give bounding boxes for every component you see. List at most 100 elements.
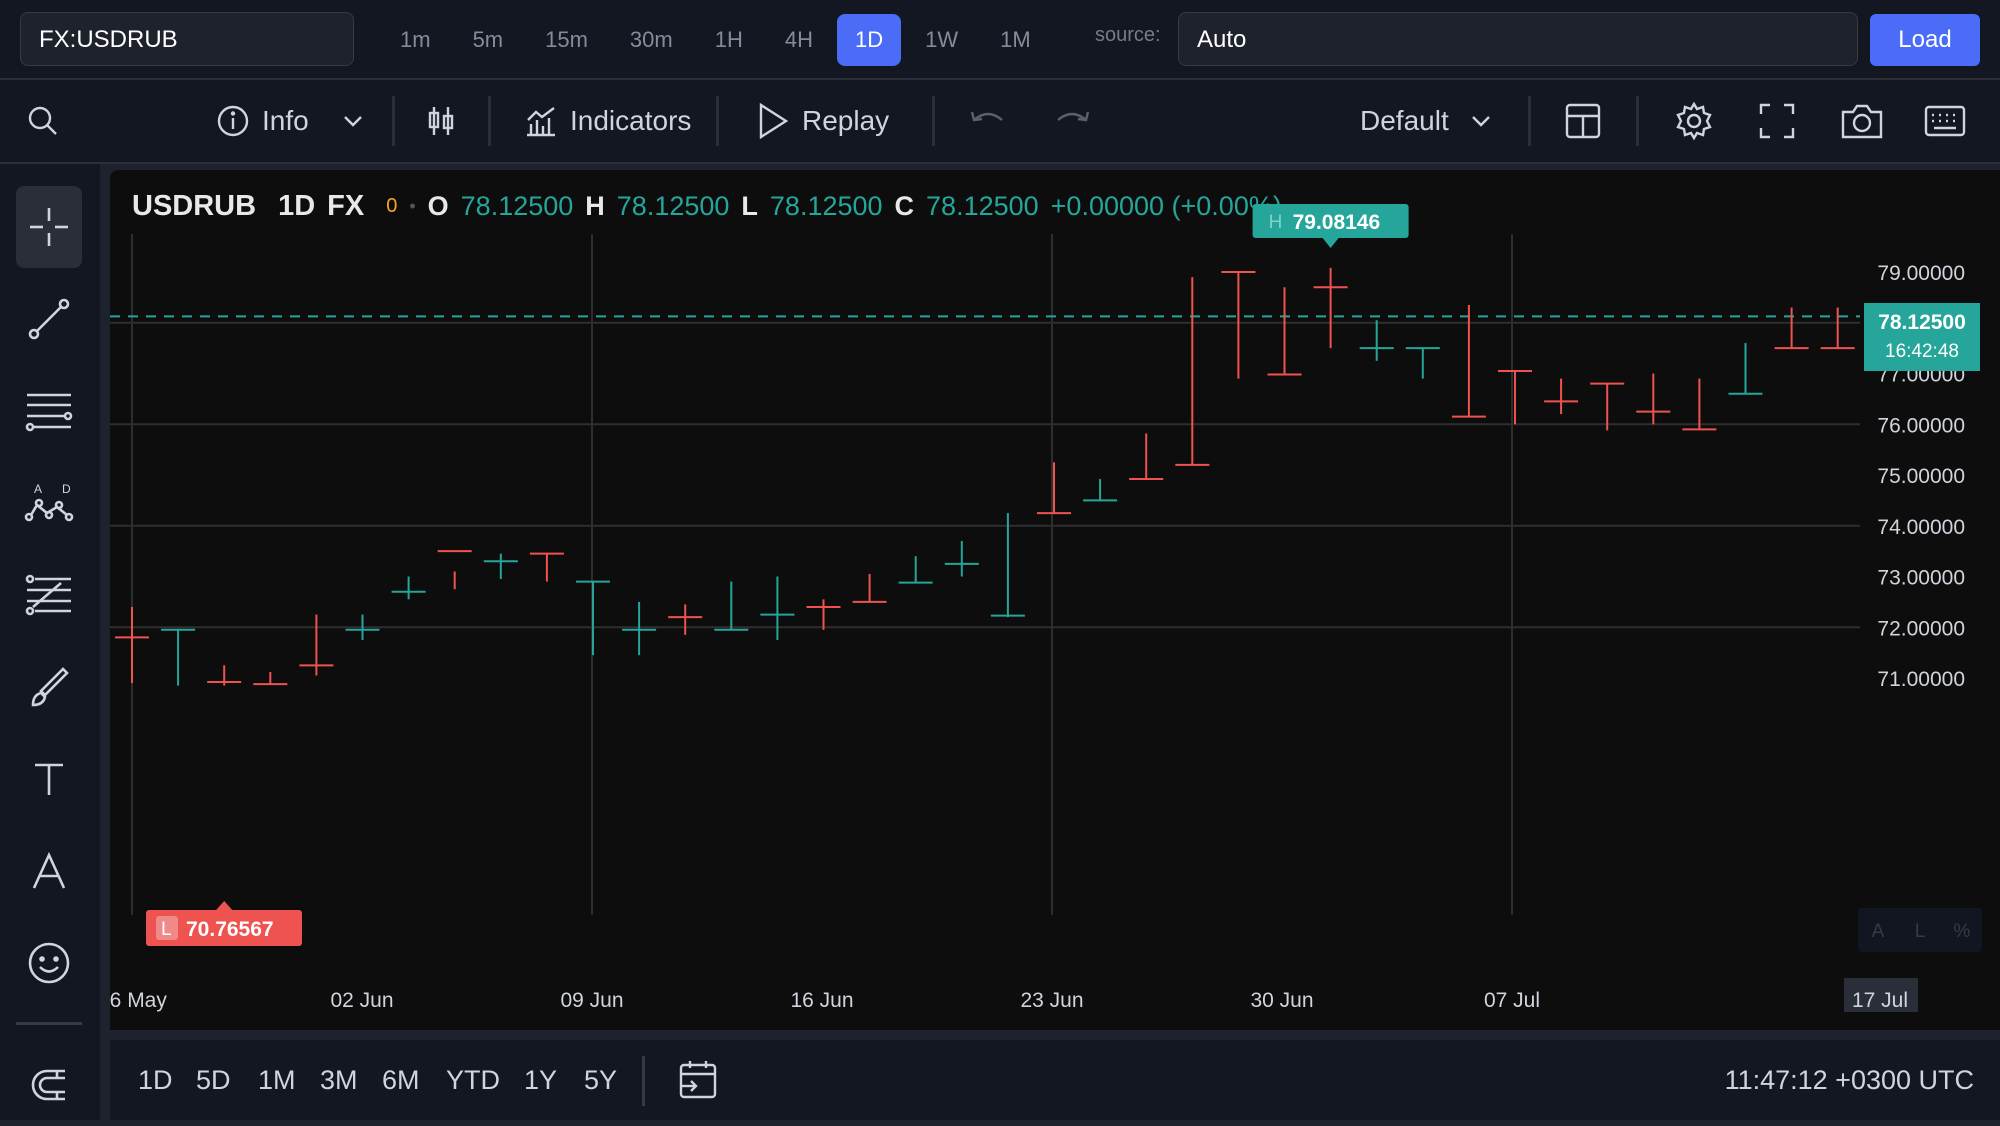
scale-button-percent[interactable]: % [1954, 921, 1971, 942]
bottom-bar: 1D 5D 1M 3M 6M YTD 1Y 5Y 11:47:12 +0300 UTC [110, 1040, 2000, 1120]
time-axis-label: 26 May [110, 989, 167, 1012]
keyboard-button[interactable] [1924, 80, 1966, 162]
range-5D[interactable]: 5D [196, 1040, 231, 1120]
chart-legend: USDRUB 1D FX 0 • O 78.12500 H 78.12500 L… [132, 190, 1282, 223]
drawing-tools-sidebar: AD [0, 164, 100, 1120]
template-label: Default [1360, 105, 1449, 136]
fib-tool[interactable] [16, 554, 82, 636]
range-3M[interactable]: 3M [320, 1040, 358, 1120]
timeframe-15m[interactable]: 15m [527, 14, 606, 66]
range-YTD[interactable]: YTD [446, 1040, 500, 1120]
high-marker-value: 79.08146 [1293, 211, 1381, 234]
brush-tool[interactable] [16, 646, 82, 728]
timeframe-5m[interactable]: 5m [455, 14, 522, 66]
ohlc-chart[interactable]: H 79.08146L 70.7656779.0000077.0000076.000… [110, 170, 2000, 1030]
legend-status: 0 [386, 195, 398, 217]
candlestick-icon [428, 107, 454, 135]
time-axis-label: 23 Jun [1020, 989, 1083, 1012]
timeframe-4H[interactable]: 4H [767, 14, 831, 66]
legend-high-value: 78.12500 [616, 191, 730, 221]
chevron-down-icon[interactable] [339, 107, 367, 135]
chevron-down-icon [1471, 116, 1490, 127]
source-select[interactable]: Auto [1178, 12, 1858, 66]
legend-low-key: L [741, 191, 758, 221]
horizontal-lines-tool[interactable] [16, 370, 82, 452]
chart-toolbar: Info Indicators Replay Default [0, 80, 2000, 164]
anchored-text-tool[interactable] [16, 830, 82, 912]
toolbar-divider [488, 96, 491, 146]
play-icon [759, 102, 789, 140]
price-axis-tick: 74.00000 [1877, 516, 1965, 539]
magnet-tool[interactable] [16, 1044, 82, 1126]
toolbar-divider [1636, 96, 1639, 146]
legend-interval: 1D [278, 190, 316, 222]
timeframe-30m[interactable]: 30m [612, 14, 691, 66]
smiley-icon [28, 942, 70, 984]
indicators-label: Indicators [570, 105, 692, 136]
timeframe-1m[interactable]: 1m [382, 14, 449, 66]
indicators-button[interactable]: Indicators [524, 80, 691, 162]
source-label: source: [1095, 24, 1161, 46]
settings-button[interactable] [1674, 80, 1714, 162]
info-button[interactable]: Info [216, 80, 367, 162]
redo-icon [1057, 111, 1090, 122]
magnet-icon [31, 1069, 65, 1101]
indicators-icon [527, 107, 555, 137]
range-1M[interactable]: 1M [258, 1040, 296, 1120]
time-axis-label: 09 Jun [560, 989, 623, 1012]
time-axis-label: 07 Jul [1484, 989, 1540, 1012]
time-axis-label: 02 Jun [330, 989, 393, 1012]
price-axis-tick: 76.00000 [1877, 414, 1965, 437]
undo-button[interactable] [968, 80, 1008, 162]
legend-low-value: 78.12500 [769, 191, 883, 221]
symbol-input[interactable]: FX:USDRUB [20, 12, 354, 66]
toolbar-divider [1528, 96, 1531, 146]
crosshair-icon [30, 208, 68, 246]
legend-close-value: 78.12500 [926, 191, 1039, 221]
timeframe-1D[interactable]: 1D [836, 14, 902, 66]
redo-button[interactable] [1052, 80, 1092, 162]
search-button[interactable] [26, 80, 60, 162]
replay-button[interactable]: Replay [756, 80, 889, 162]
legend-open-value: 78.12500 [460, 191, 574, 221]
legend-symbol: USDRUB [132, 190, 257, 222]
price-axis-tick: 72.00000 [1877, 617, 1965, 640]
time-axis-label: 30 Jun [1250, 989, 1313, 1012]
trend-line-tool[interactable] [16, 278, 82, 360]
low-marker-pointer [216, 901, 233, 910]
toolbar-divider [716, 96, 719, 146]
undo-icon [970, 111, 1003, 122]
layout-button[interactable] [1564, 80, 1602, 162]
toolbar-divider [932, 96, 935, 146]
range-5Y[interactable]: 5Y [584, 1040, 617, 1120]
gear-icon [1676, 101, 1712, 141]
current-price-value: 78.12500 [1878, 311, 1966, 334]
search-icon [28, 106, 57, 135]
goto-date-button[interactable] [678, 1040, 718, 1120]
pattern-icon: AD [24, 482, 74, 522]
range-6M[interactable]: 6M [382, 1040, 420, 1120]
horizontal-lines-icon [25, 393, 73, 432]
range-1Y[interactable]: 1Y [524, 1040, 557, 1120]
svg-text:A: A [34, 482, 42, 496]
clock-timezone[interactable]: 11:47:12 +0300 UTC [1725, 1040, 1974, 1120]
chart-type-button[interactable] [424, 80, 458, 162]
emoji-tool[interactable] [16, 922, 82, 1004]
fullscreen-button[interactable] [1758, 80, 1796, 162]
timeframe-1H[interactable]: 1H [697, 14, 761, 66]
timeframe-1M[interactable]: 1M [982, 14, 1049, 66]
scale-button-L[interactable]: L [1915, 921, 1926, 942]
chart-panel[interactable]: H 79.08146 L 70.76567 79.00000 77.00000 76.000… [110, 170, 2000, 1030]
scale-button-A[interactable]: A [1872, 921, 1885, 942]
text-icon [35, 763, 63, 795]
range-1D[interactable]: 1D [138, 1040, 173, 1120]
load-button[interactable]: Load [1870, 14, 1980, 66]
timeframe-1W[interactable]: 1W [907, 14, 976, 66]
screenshot-button[interactable] [1840, 80, 1884, 162]
toolbar-divider [392, 96, 395, 146]
price-axis-tick: 73.00000 [1877, 567, 1965, 590]
layout-template-select[interactable]: Default [1360, 80, 1495, 162]
text-tool[interactable] [16, 738, 82, 820]
pattern-tool[interactable]: AD [16, 462, 82, 544]
crosshair-tool[interactable] [16, 186, 82, 268]
